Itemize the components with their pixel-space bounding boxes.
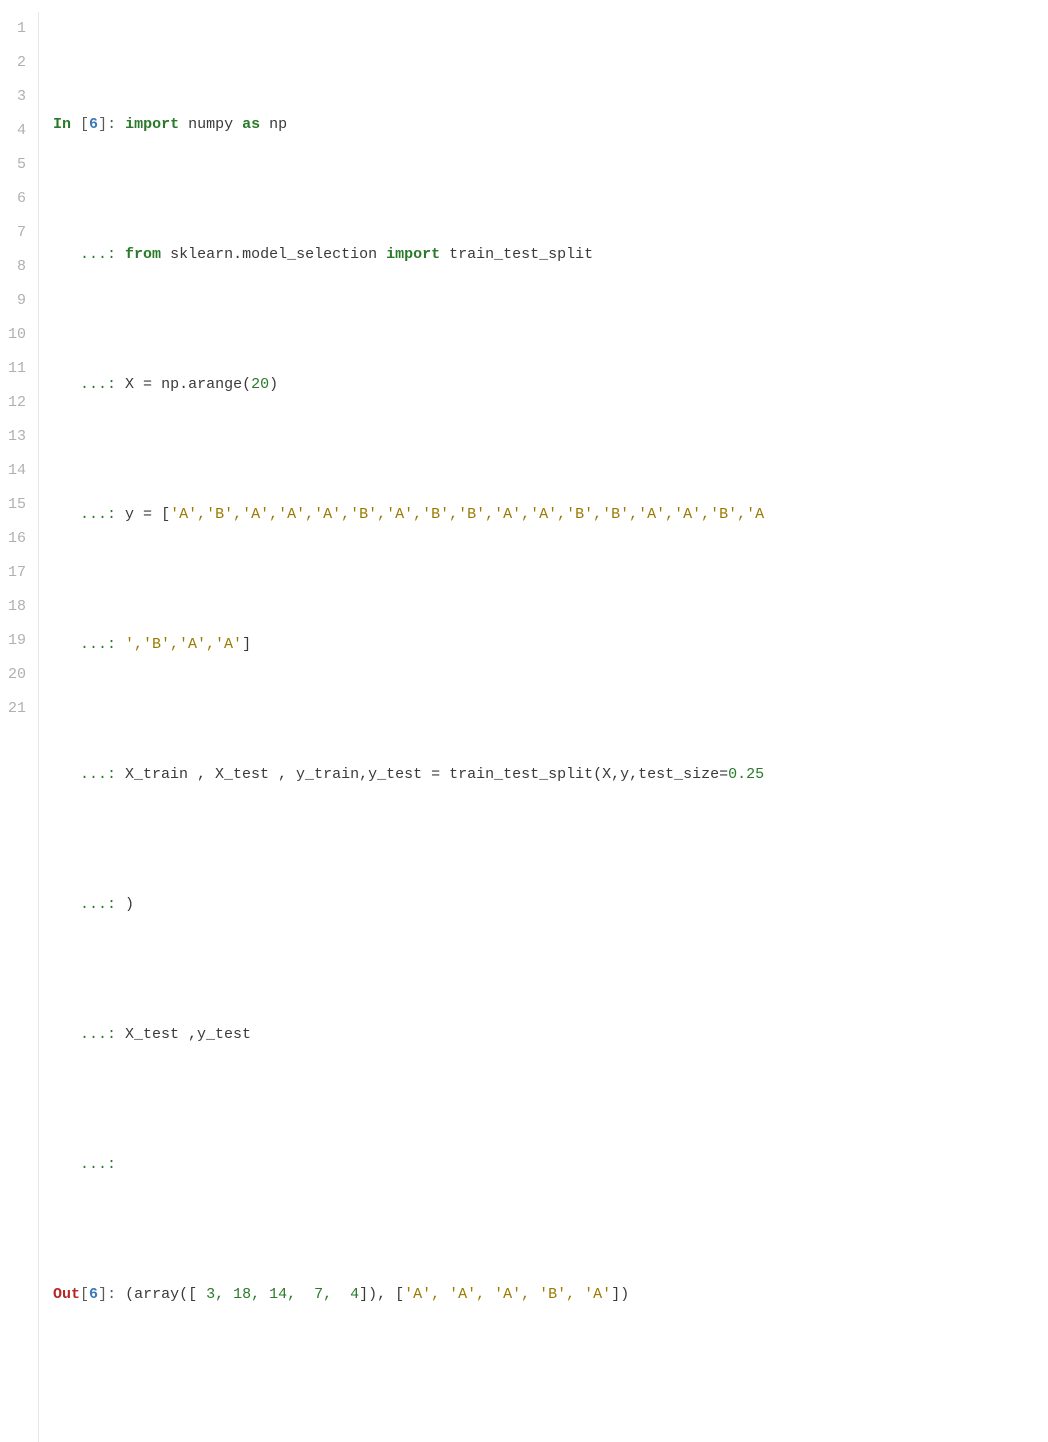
line-number: 8: [8, 250, 30, 284]
line-number: 2: [8, 46, 30, 80]
output-text: ]), [: [359, 1286, 404, 1303]
operator: =: [134, 506, 161, 523]
keyword-from: from: [125, 246, 161, 263]
number-literal: 0.25: [728, 766, 764, 783]
code-line: ...: X = np.arange(20): [53, 368, 1048, 402]
line-number: 17: [8, 556, 30, 590]
bracket: [: [161, 506, 170, 523]
keyword-import: import: [386, 246, 440, 263]
output-strings: 'A', 'A', 'A', 'B', 'A': [404, 1286, 611, 1303]
code-line: ...: y = ['A','B','A','A','A','B','A','B…: [53, 498, 1048, 532]
bracket: ]:: [98, 116, 125, 133]
prompt-number: 6: [89, 1286, 98, 1303]
expression: X_test ,y_test: [125, 1026, 251, 1043]
continuation-prompt: ...:: [53, 506, 125, 523]
line-number: 13: [8, 420, 30, 454]
code-line: ...: X_train , X_test , y_train,y_test =…: [53, 758, 1048, 792]
line-number: 12: [8, 386, 30, 420]
line-number: 1: [8, 12, 30, 46]
imported-name: train_test_split: [449, 246, 593, 263]
continuation-prompt: ...:: [53, 766, 125, 783]
line-number-gutter: 123456789101112131415161718192021: [0, 12, 39, 1442]
code-line: ...:: [53, 1148, 1048, 1182]
bracket: ]:: [98, 1286, 125, 1303]
paren: ): [125, 896, 134, 913]
line-number: 18: [8, 590, 30, 624]
blank-line: [53, 1408, 1048, 1442]
line-number: 3: [8, 80, 30, 114]
bracket: [: [71, 116, 89, 133]
code-line: ...: from sklearn.model_selection import…: [53, 238, 1048, 272]
line-number: 4: [8, 114, 30, 148]
code-line: ...: X_test ,y_test: [53, 1018, 1048, 1052]
out-prompt: Out: [53, 1286, 80, 1303]
bracket: ]: [242, 636, 251, 653]
string-literal: ','B','A','A': [125, 636, 242, 653]
bracket: [: [80, 1286, 89, 1303]
line-number: 16: [8, 522, 30, 556]
code-line: In [6]: import numpy as np: [53, 108, 1048, 142]
continuation-prompt: ...:: [53, 246, 125, 263]
line-number: 19: [8, 624, 30, 658]
number-literal: 20: [251, 376, 269, 393]
line-number: 7: [8, 216, 30, 250]
line-number: 15: [8, 488, 30, 522]
output-text: (array([: [125, 1286, 197, 1303]
code-area[interactable]: In [6]: import numpy as np ...: from skl…: [39, 12, 1048, 1442]
prompt-number: 6: [89, 116, 98, 133]
identifier: y: [125, 506, 134, 523]
module-name: numpy: [188, 116, 233, 133]
line-number: 10: [8, 318, 30, 352]
identifier: X: [125, 376, 134, 393]
line-number: 14: [8, 454, 30, 488]
module-path: sklearn.model_selection: [170, 246, 377, 263]
code-line: ...: ','B','A','A']: [53, 628, 1048, 662]
line-number: 6: [8, 182, 30, 216]
continuation-prompt: ...:: [53, 636, 125, 653]
line-number: 11: [8, 352, 30, 386]
keyword-import: import: [125, 116, 179, 133]
in-prompt: In: [53, 116, 71, 133]
operator: =: [134, 376, 161, 393]
continuation-prompt: ...:: [53, 376, 125, 393]
code-line: ...: ): [53, 888, 1048, 922]
paren: ): [269, 376, 278, 393]
call: np.arange(: [161, 376, 251, 393]
statement: X_train , X_test , y_train,y_test = trai…: [125, 766, 728, 783]
line-number: 9: [8, 284, 30, 318]
code-editor: 123456789101112131415161718192021 In [6]…: [0, 12, 1048, 1442]
keyword-as: as: [242, 116, 260, 133]
code-line: Out[6]: (array([ 3, 18, 14, 7, 4]), ['A'…: [53, 1278, 1048, 1312]
continuation-prompt: ...:: [53, 896, 125, 913]
string-literal: 'A','B','A','A','A','B','A','B','B','A',…: [170, 506, 764, 523]
output-numbers: 3, 18, 14, 7, 4: [197, 1286, 359, 1303]
continuation-prompt: ...:: [53, 1026, 125, 1043]
output-text: ]): [611, 1286, 629, 1303]
line-number: 20: [8, 658, 30, 692]
alias: np: [269, 116, 287, 133]
continuation-prompt: ...:: [53, 1156, 125, 1173]
line-number: 5: [8, 148, 30, 182]
